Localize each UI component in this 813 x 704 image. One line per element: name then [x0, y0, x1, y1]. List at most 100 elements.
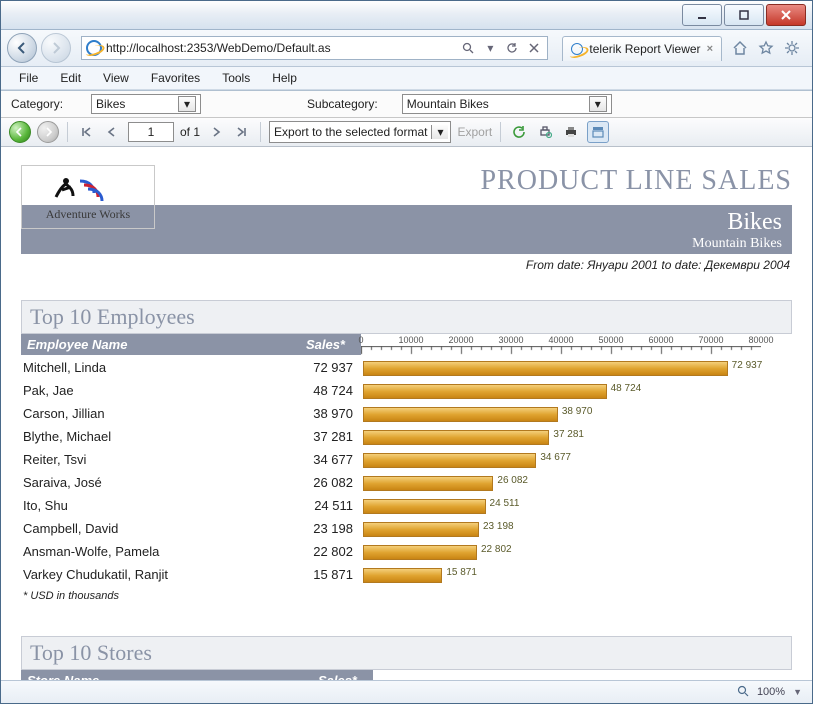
axis-tick-label: 70000: [698, 335, 723, 345]
last-page-button[interactable]: [232, 122, 252, 142]
section-title-employees: Top 10 Employees: [21, 300, 792, 334]
nav-next-record-button[interactable]: [37, 121, 59, 143]
subcategory-value: Mountain Bikes: [407, 97, 489, 111]
dropdown-caret-icon: ▾: [589, 96, 607, 112]
employee-sales: 38 970: [253, 406, 363, 421]
bar: [363, 522, 479, 537]
bar: [363, 361, 728, 376]
bar: [363, 453, 536, 468]
prev-page-button[interactable]: [102, 122, 122, 142]
report-title: PRODUCT LINE SALES: [155, 165, 792, 197]
print-preview-button[interactable]: [535, 122, 555, 142]
menu-edit[interactable]: Edit: [50, 69, 91, 87]
url-dropdown-icon[interactable]: ▾: [481, 39, 499, 57]
address-bar[interactable]: http://localhost:2353/WebDemo/Default.as…: [81, 36, 548, 60]
employees-table-header: Employee Name Sales*: [21, 334, 361, 355]
bar-cell: 48 724: [363, 382, 792, 400]
bar-value-label: 72 937: [732, 360, 763, 371]
menu-help[interactable]: Help: [262, 69, 307, 87]
page-of-label: of 1: [180, 125, 200, 139]
zoom-dropdown-icon[interactable]: ▼: [793, 687, 802, 697]
bar: [363, 476, 493, 491]
bar-cell: 23 198: [363, 520, 792, 538]
table-row: Varkey Chudukatil, Ranjit15 87115 871: [21, 563, 792, 586]
tab-favicon-icon: [571, 43, 583, 55]
bar-value-label: 15 871: [446, 567, 477, 578]
bar: [363, 407, 558, 422]
bar: [363, 499, 486, 514]
page-content: Category: Bikes ▾ Subcategory: Mountain …: [1, 90, 812, 680]
zoom-level[interactable]: 100%: [757, 686, 785, 698]
page-number-value: 1: [148, 125, 155, 139]
url-text: http://localhost:2353/WebDemo/Default.as: [106, 41, 455, 55]
next-page-button[interactable]: [206, 122, 226, 142]
bar-cell: 37 281: [363, 428, 792, 446]
toggle-parameters-button[interactable]: [587, 121, 609, 143]
search-icon[interactable]: [459, 39, 477, 57]
col-header-name: Employee Name: [27, 337, 257, 352]
bar: [363, 384, 607, 399]
axis-tick-label: 0: [358, 335, 363, 345]
category-select[interactable]: Bikes ▾: [91, 94, 201, 114]
minimize-button[interactable]: [682, 4, 722, 26]
employee-sales: 23 198: [253, 521, 363, 536]
employee-sales: 37 281: [253, 429, 363, 444]
employees-footnote: * USD in thousands: [21, 586, 792, 606]
report-toolbar: 1 of 1 Export to the selected format ▾ E…: [1, 118, 812, 147]
close-button[interactable]: [766, 4, 806, 26]
window-frame: http://localhost:2353/WebDemo/Default.as…: [0, 0, 813, 704]
subcategory-select[interactable]: Mountain Bikes ▾: [402, 94, 612, 114]
bar-value-label: 22 802: [481, 544, 512, 555]
employee-name: Campbell, David: [21, 521, 253, 536]
page-number-input[interactable]: 1: [128, 122, 174, 142]
forward-button[interactable]: [41, 33, 71, 63]
stop-icon[interactable]: [525, 39, 543, 57]
employee-name: Reiter, Tsvi: [21, 452, 253, 467]
nav-first-record-button[interactable]: [9, 121, 31, 143]
export-format-select[interactable]: Export to the selected format ▾: [269, 121, 451, 143]
menu-tools[interactable]: Tools: [212, 69, 260, 87]
menu-view[interactable]: View: [93, 69, 139, 87]
bar-cell: 34 677: [363, 451, 792, 469]
axis-tick-label: 60000: [648, 335, 673, 345]
browser-statusbar: 100% ▼: [1, 680, 812, 703]
table-row: Blythe, Michael37 28137 281: [21, 425, 792, 448]
bar-value-label: 37 281: [553, 429, 584, 440]
subcategory-label: Subcategory:: [307, 97, 378, 111]
employee-sales: 15 871: [253, 567, 363, 582]
category-label: Category:: [11, 97, 63, 111]
export-button[interactable]: Export: [457, 125, 492, 139]
tab-close-icon[interactable]: ×: [707, 43, 713, 55]
employee-name: Saraiva, José: [21, 475, 253, 490]
first-page-button[interactable]: [76, 122, 96, 142]
back-button[interactable]: [7, 33, 37, 63]
col-header-store-sales: Sales*: [257, 673, 367, 680]
print-button[interactable]: [561, 122, 581, 142]
table-row: Saraiva, José26 08226 082: [21, 471, 792, 494]
employee-sales: 48 724: [253, 383, 363, 398]
home-icon[interactable]: [732, 40, 748, 56]
employee-name: Varkey Chudukatil, Ranjit: [21, 567, 253, 582]
menu-file[interactable]: File: [9, 69, 48, 87]
refresh-icon[interactable]: [503, 39, 521, 57]
bar-value-label: 48 724: [611, 383, 642, 394]
section-title-stores: Top 10 Stores: [21, 636, 792, 670]
employee-name: Ansman-Wolfe, Pamela: [21, 544, 253, 559]
col-header-store: Store Name: [27, 673, 257, 680]
menu-favorites[interactable]: Favorites: [141, 69, 210, 87]
browser-navbar: http://localhost:2353/WebDemo/Default.as…: [1, 30, 812, 67]
menu-bar: File Edit View Favorites Tools Help: [1, 67, 812, 90]
stores-table-header: Store Name Sales*: [21, 670, 373, 680]
employee-name: Ito, Shu: [21, 498, 253, 513]
employee-name: Pak, Jae: [21, 383, 253, 398]
maximize-button[interactable]: [724, 4, 764, 26]
browser-tab[interactable]: telerik Report Viewer ×: [562, 36, 722, 61]
table-row: Ansman-Wolfe, Pamela22 80222 802: [21, 540, 792, 563]
zoom-icon[interactable]: [737, 685, 749, 700]
tools-icon[interactable]: [784, 40, 800, 56]
report-subcategory: Mountain Bikes: [31, 236, 782, 252]
employee-name: Mitchell, Linda: [21, 360, 253, 375]
favorites-icon[interactable]: [758, 40, 774, 56]
refresh-report-button[interactable]: [509, 122, 529, 142]
employee-sales: 72 937: [253, 360, 363, 375]
